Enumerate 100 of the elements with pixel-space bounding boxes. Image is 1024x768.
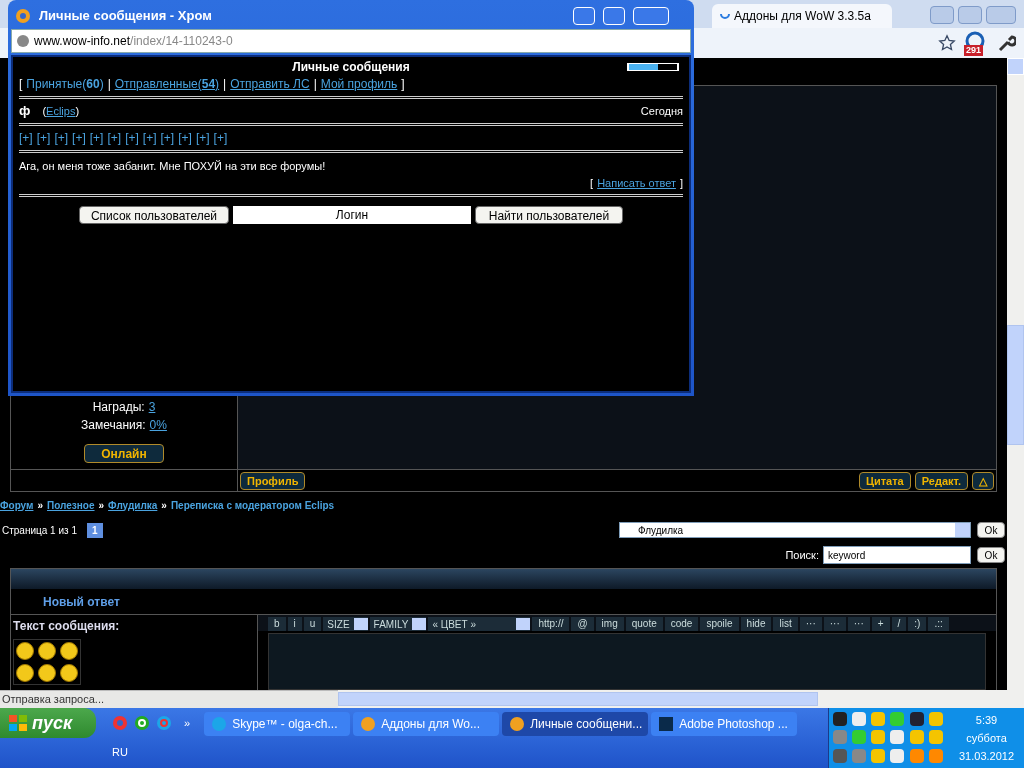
editor-button[interactable]: list <box>773 617 798 631</box>
editor-button[interactable]: http:// <box>532 617 570 631</box>
photoshop-icon <box>659 717 674 731</box>
tray-icon[interactable] <box>928 712 943 726</box>
search-button[interactable]: Ok <box>977 547 1005 563</box>
globe-icon <box>16 34 30 48</box>
smiley-icon[interactable] <box>16 664 34 682</box>
post-action-button[interactable]: Редакт. <box>914 471 968 490</box>
breadcrumb-link[interactable]: Полезное <box>47 497 95 513</box>
tray-icon[interactable] <box>833 748 847 763</box>
editor-button[interactable]: quote <box>625 617 663 631</box>
browser-tab[interactable]: Аддоны для WoW 3.3.5а <box>712 4 892 28</box>
nav-link[interactable]: Отправить ЛС <box>230 75 310 93</box>
editor-button[interactable]: ··· <box>799 617 822 631</box>
editor-button[interactable]: i <box>287 617 302 631</box>
nav-link[interactable]: Принятые(60) <box>26 75 104 93</box>
language-indicator[interactable]: RU <box>112 744 191 761</box>
smiley-icon[interactable] <box>38 664 56 682</box>
address-bar[interactable]: www.wow-info.net/index/14-110243-0 <box>11 29 691 53</box>
editor-button[interactable]: .:: <box>928 617 949 631</box>
expand-link[interactable]: [+] <box>89 129 104 147</box>
editor-button[interactable]: code <box>664 617 699 631</box>
nav-link[interactable]: Мой профиль <box>320 75 398 93</box>
post-action-button[interactable]: △ <box>972 471 994 490</box>
tray-icon[interactable] <box>871 712 886 726</box>
awards-link[interactable]: 3 <box>148 398 156 416</box>
browser-icon <box>361 717 376 731</box>
minimize-button[interactable] <box>930 6 954 24</box>
online-status-button[interactable]: Онлайн <box>84 444 164 463</box>
editor-select[interactable]: FAMILY <box>369 617 427 631</box>
expand-link[interactable]: [+] <box>72 129 86 147</box>
taskbar-button[interactable]: Аддоны для Wo... <box>353 712 500 736</box>
smiley-icon[interactable] <box>38 642 56 660</box>
tray-icon[interactable] <box>871 730 886 745</box>
breadcrumb-current: Переписка с модератором Eclips <box>170 498 335 513</box>
editor-button[interactable]: b <box>268 617 286 631</box>
tray-icon[interactable] <box>909 730 924 745</box>
editor-button[interactable]: u <box>303 617 322 631</box>
editor-button[interactable]: ··· <box>847 617 870 631</box>
post-action-button[interactable]: Профиль <box>240 471 306 490</box>
expand-link[interactable]: [+] <box>125 129 139 147</box>
editor-button[interactable]: + <box>871 617 890 631</box>
taskbar-button[interactable]: Skype™ - olga-ch... <box>204 712 351 736</box>
expand-link[interactable]: [+] <box>142 129 157 147</box>
forum-select[interactable]: Флудилка <box>619 522 971 538</box>
editor-button[interactable]: img <box>595 617 624 631</box>
skype-icon[interactable] <box>156 715 172 731</box>
breadcrumb-link[interactable]: Форум <box>0 497 34 513</box>
editor-select[interactable]: « ЦВЕТ » <box>428 617 531 631</box>
editor-select[interactable]: SIZE <box>323 617 368 631</box>
editor-button[interactable]: :) <box>908 617 927 631</box>
at-sign-icon[interactable] <box>134 715 150 731</box>
browser-icon[interactable] <box>112 715 128 731</box>
message-textarea[interactable] <box>268 633 986 690</box>
editor-button[interactable]: @ <box>571 617 594 631</box>
search-field[interactable]: keyword <box>823 546 971 564</box>
tray-icon[interactable] <box>928 730 943 745</box>
editor-button[interactable]: / <box>891 617 907 631</box>
maximize-button[interactable] <box>958 6 982 24</box>
page-heading: Личные сообщения <box>292 59 410 76</box>
expand-link[interactable]: [+] <box>107 129 122 147</box>
tray-icon[interactable] <box>871 748 886 763</box>
taskbar-button[interactable]: Личные сообщени... <box>502 712 649 736</box>
tray-icon[interactable] <box>833 712 847 726</box>
start-button[interactable]: пуск <box>0 708 96 738</box>
nav-link[interactable]: Отправленные(54) <box>114 75 220 93</box>
user-list-button[interactable]: Список пользователей <box>79 206 229 224</box>
browser-icon <box>15 8 31 24</box>
go-button[interactable]: Ok <box>977 522 1005 538</box>
editor-button[interactable]: spoile <box>700 617 739 631</box>
post-action-button[interactable]: Цитата <box>858 471 911 490</box>
awards-label: Награды: <box>92 399 145 416</box>
editor-button[interactable]: ··· <box>823 617 846 631</box>
more-button[interactable]: » <box>184 714 191 732</box>
star-icon[interactable] <box>938 34 956 52</box>
expand-link[interactable]: [+] <box>19 129 33 147</box>
warnings-link[interactable]: 0% <box>149 416 167 434</box>
tray-icon[interactable] <box>890 748 905 763</box>
login-field[interactable]: Логин <box>233 206 471 224</box>
expand-link[interactable]: [+] <box>36 129 51 147</box>
sender-link[interactable]: Eclips <box>46 102 76 120</box>
vertical-scrollbar[interactable] <box>1007 58 1024 690</box>
find-users-button[interactable]: Найти пользователей <box>475 206 623 224</box>
smiley-icon[interactable] <box>60 642 78 660</box>
taskbar-button[interactable]: Adobe Photoshop ... <box>651 712 798 736</box>
expand-link[interactable]: [+] <box>213 129 228 147</box>
smiley-icon[interactable] <box>60 664 78 682</box>
editor-button[interactable]: hide <box>740 617 772 631</box>
breadcrumb-link[interactable]: Флудилка <box>108 497 158 513</box>
expand-link[interactable]: [+] <box>54 129 69 147</box>
expand-link[interactable]: [+] <box>195 129 210 147</box>
tray-icon[interactable] <box>852 712 867 726</box>
close-button[interactable] <box>986 6 1016 24</box>
tray-icon[interactable] <box>890 730 905 745</box>
wrench-icon[interactable] <box>996 33 1016 53</box>
expand-link[interactable]: [+] <box>178 129 192 147</box>
smiley-icon[interactable] <box>16 642 34 660</box>
tray-icon[interactable] <box>909 712 924 726</box>
write-reply-link[interactable]: Написать ответ <box>597 174 676 191</box>
expand-link[interactable]: [+] <box>160 129 175 147</box>
